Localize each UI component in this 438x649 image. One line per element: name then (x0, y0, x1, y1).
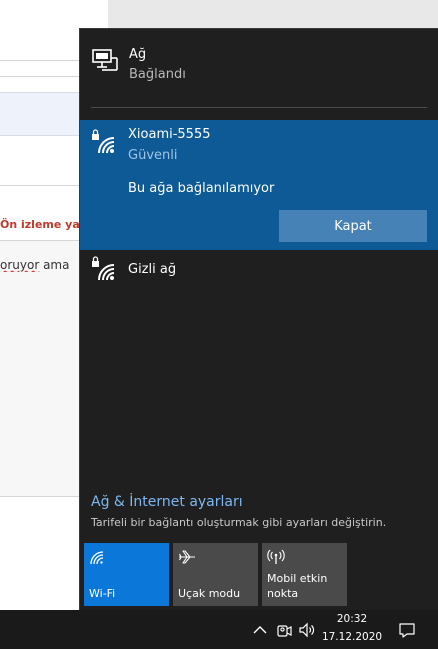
wifi-toggle-tile[interactable]: Wi-Fi (84, 543, 169, 606)
airplane-icon (179, 550, 195, 564)
tile-label: Mobil etkin nokta (267, 572, 328, 600)
network-status: Bağlandı (129, 67, 186, 82)
network-settings-description: Tarifeli bir bağlantı oluşturmak gibi ay… (91, 516, 387, 529)
editor-area[interactable] (0, 240, 80, 497)
network-title: Ağ (129, 47, 147, 62)
airplane-mode-tile[interactable]: Uçak modu (173, 543, 258, 606)
network-computer-icon (92, 49, 118, 71)
network-name: Gizli ağ (128, 262, 177, 277)
wifi-icon (90, 551, 104, 565)
connection-error-message: Bu ağa bağlanılamıyor (128, 181, 275, 196)
volume-icon[interactable] (298, 621, 316, 639)
close-button[interactable]: Kapat (279, 210, 427, 242)
wifi-secured-icon (92, 129, 115, 154)
clock-date[interactable]: 17.12.2020 (320, 631, 384, 643)
divider (0, 185, 80, 186)
taskbar: 20:32 17.12.2020 (0, 610, 438, 649)
action-center-icon[interactable] (398, 621, 416, 639)
background-heading: Ön izleme yap (0, 218, 80, 231)
network-flyout: Ağ Bağlandı Xioami-5555 Güvenli Bu ağa b… (79, 28, 438, 611)
tile-label: Wi-Fi (89, 587, 116, 600)
divider (0, 76, 80, 77)
network-item-selected[interactable]: Xioami-5555 Güvenli Bu ağa bağlanılamıyo… (80, 120, 438, 250)
mobile-hotspot-tile[interactable]: Mobil etkin nokta (262, 543, 347, 606)
highlighted-row (0, 92, 80, 136)
network-item-hidden[interactable]: Gizli ağ (80, 250, 438, 290)
chevron-up-icon[interactable] (251, 621, 269, 639)
divider (0, 60, 80, 61)
wifi-secured-icon (92, 256, 115, 281)
network-security: Güvenli (128, 148, 178, 163)
meet-now-icon[interactable] (275, 621, 293, 639)
network-name: Xioami-5555 (128, 127, 211, 142)
divider (91, 107, 427, 108)
tile-label: Uçak modu (178, 587, 241, 600)
network-status-header[interactable]: Ağ Bağlandı (80, 29, 438, 107)
page-toolbar-strip (108, 0, 438, 30)
network-settings-link[interactable]: Ağ & İnternet ayarları (91, 494, 243, 510)
background-body-text: oruyor ama (0, 258, 70, 272)
clock-time[interactable]: 20:32 (320, 613, 384, 625)
hotspot-icon (267, 549, 285, 564)
